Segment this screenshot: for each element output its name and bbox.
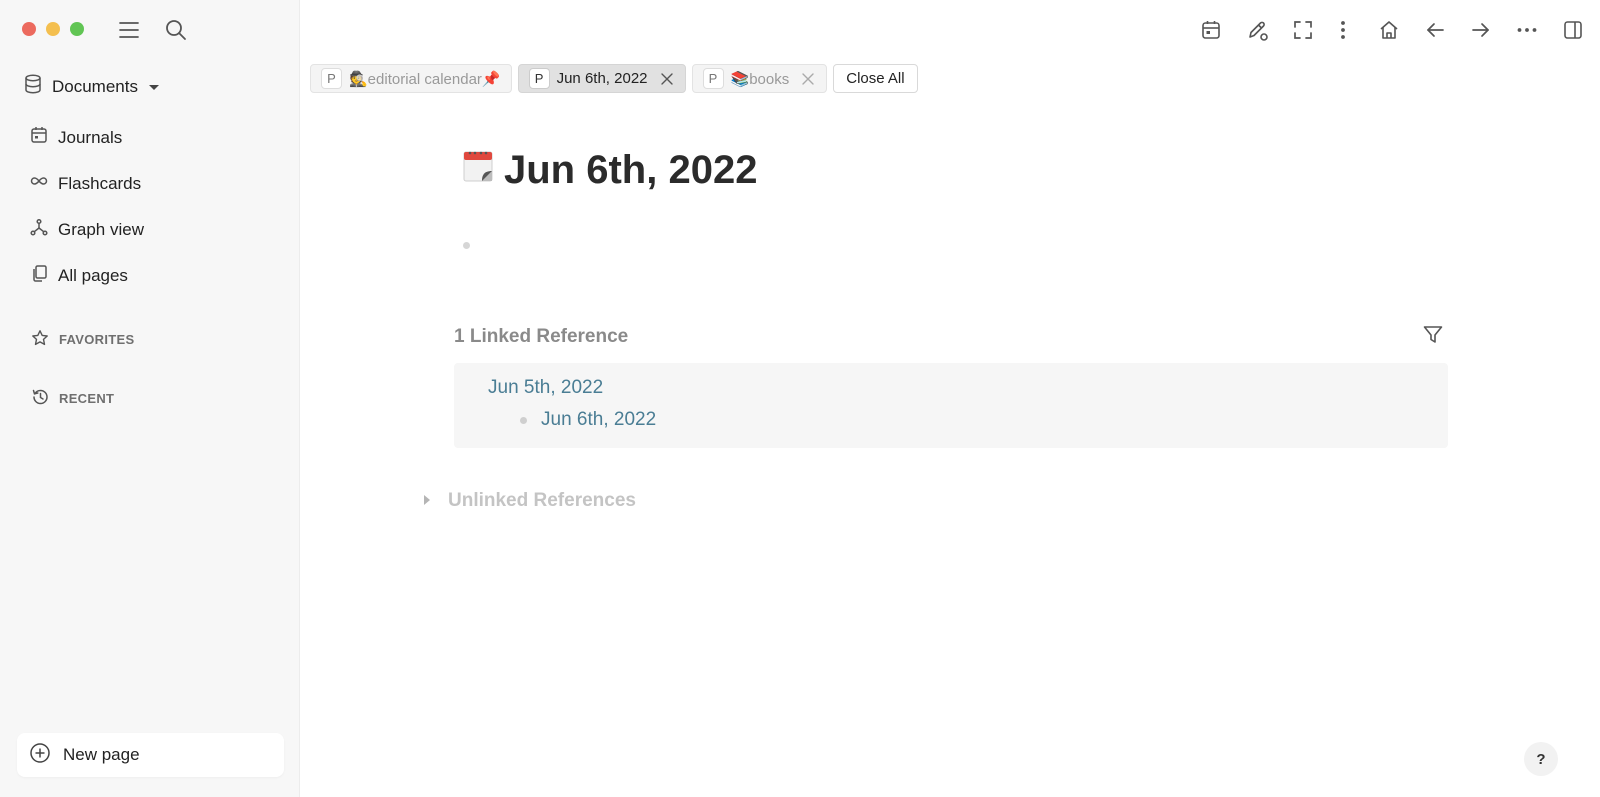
home-icon[interactable] — [1376, 17, 1402, 43]
close-icon[interactable] — [659, 71, 675, 87]
window-close-button[interactable] — [22, 22, 36, 36]
back-arrow-icon[interactable] — [1422, 17, 1448, 43]
caret-down-icon — [148, 77, 160, 97]
linked-references-heading: 1 Linked Reference — [454, 326, 629, 347]
sidebar-item-journals[interactable]: Journals — [30, 126, 122, 149]
star-icon — [31, 329, 49, 350]
page-title-text: Jun 6th, 2022 — [504, 148, 758, 192]
infinity-icon — [30, 172, 48, 195]
tab-jun-6th-2022[interactable]: P Jun 6th, 2022 — [517, 64, 686, 93]
new-page-label: New page — [63, 745, 140, 764]
window-controls — [22, 22, 84, 36]
journals-calendar-icon[interactable] — [1198, 17, 1224, 43]
graph-name: Documents — [52, 76, 138, 96]
calendar-emoji-icon — [462, 148, 494, 193]
database-icon — [24, 74, 42, 99]
sidebar-item-flashcards[interactable]: Flashcards — [30, 172, 141, 195]
tab-editorial-calendar[interactable]: P 🕵editorial calendar📌 — [310, 64, 512, 93]
right-sidebar-toggle-icon[interactable] — [1560, 17, 1586, 43]
page-badge: P — [528, 68, 550, 89]
page-badge: P — [702, 68, 724, 89]
calendar-icon — [30, 126, 48, 149]
block-bullet[interactable] — [520, 416, 527, 424]
tab-bar: P 🕵editorial calendar📌 P Jun 6th, 2022 P… — [310, 64, 918, 93]
sidebar-item-graph-view[interactable]: Graph view — [30, 218, 144, 241]
sidebar-item-label: Journals — [58, 127, 123, 147]
reference-block[interactable]: Jun 6th, 2022 — [520, 409, 656, 431]
unlinked-references-toggle[interactable]: Unlinked References — [423, 490, 636, 512]
graph-icon — [30, 218, 48, 241]
reference-block-link[interactable]: Jun 6th, 2022 — [541, 409, 656, 431]
sidebar-item-label: All pages — [58, 265, 128, 285]
vertical-more-icon[interactable] — [1330, 17, 1356, 43]
page-badge: P — [321, 68, 342, 89]
favorites-label: FAVORITES — [59, 332, 135, 347]
graph-selector[interactable]: Documents — [24, 74, 160, 99]
page-title[interactable]: Jun 6th, 2022 — [462, 148, 757, 193]
close-all-button[interactable]: Close All — [833, 64, 918, 93]
search-icon[interactable] — [163, 17, 189, 43]
caret-right-icon — [423, 490, 431, 512]
tab-label: 📚books — [730, 70, 790, 88]
menu-icon[interactable] — [116, 17, 142, 43]
unlinked-references-heading: Unlinked References — [448, 490, 636, 511]
help-button[interactable]: ? — [1524, 742, 1558, 776]
window-minimize-button[interactable] — [46, 22, 60, 36]
tab-label: 🕵editorial calendar📌 — [349, 70, 501, 88]
recent-section[interactable]: RECENT — [31, 388, 114, 409]
block-bullet[interactable] — [463, 242, 470, 249]
close-icon[interactable] — [800, 71, 816, 87]
sidebar-item-label: Flashcards — [58, 173, 142, 193]
left-sidebar: Documents Journals Flashcards Graph view… — [0, 0, 300, 797]
tab-books[interactable]: P 📚books — [691, 64, 828, 93]
header-toolbar — [1178, 17, 1586, 43]
reference-page-link[interactable]: Jun 5th, 2022 — [488, 377, 603, 399]
sidebar-item-label: Graph view — [58, 219, 144, 239]
window-maximize-button[interactable] — [70, 22, 84, 36]
linked-reference-block: Jun 5th, 2022 Jun 6th, 2022 — [454, 363, 1448, 448]
pages-icon — [30, 264, 48, 287]
more-options-icon[interactable] — [1514, 17, 1540, 43]
forward-arrow-icon[interactable] — [1468, 17, 1494, 43]
recent-label: RECENT — [59, 391, 115, 406]
sidebar-item-all-pages[interactable]: All pages — [30, 264, 128, 287]
new-page-button[interactable]: New page — [17, 733, 284, 777]
history-icon — [31, 388, 49, 409]
filter-icon[interactable] — [1420, 322, 1446, 348]
fullscreen-icon[interactable] — [1290, 17, 1316, 43]
draw-pencil-icon[interactable] — [1244, 17, 1270, 43]
plus-circle-icon — [29, 742, 51, 769]
favorites-section[interactable]: FAVORITES — [31, 329, 134, 350]
tab-label: Jun 6th, 2022 — [556, 70, 648, 87]
